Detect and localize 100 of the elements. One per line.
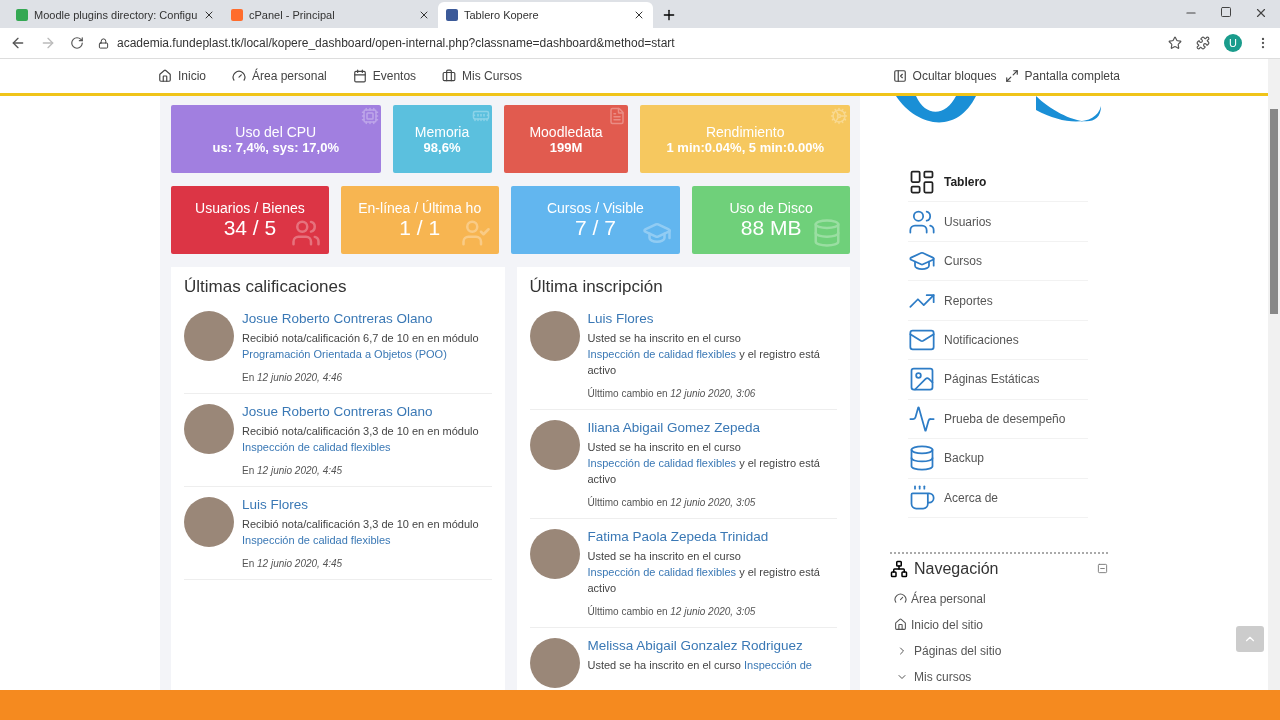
enrollment-text: Usted se ha inscrito en el curso Inspección de calidad flexibles y el registro está activo	[587, 331, 821, 378]
course-link[interactable]: Programación Orientada a Objetos (POO)	[242, 348, 447, 360]
change-date: Últtimo cambio en 12 junio 2020, 3:05	[587, 497, 757, 508]
nav-link[interactable]: Mis Cursos	[442, 69, 523, 83]
tile-value: 34 / 5	[223, 216, 277, 240]
address-field[interactable]: academia.fundeplast.tk/local/kopere_dashboard/open-internal.php?classname=dashboard&method=start	[98, 31, 1154, 55]
student-name-link[interactable]: Josue Roberto Contreras Olano	[242, 404, 492, 419]
menu-item[interactable]: Backup	[908, 439, 1088, 479]
navigation-item[interactable]: Área personal	[894, 585, 1108, 612]
avatar-placeholder	[184, 311, 234, 361]
tile-value: 199M	[549, 139, 583, 155]
menu-item[interactable]: Cursos	[908, 241, 1088, 282]
student-name-link[interactable]: Fatima Paola Zepeda Trinidad	[587, 529, 837, 544]
menu-item[interactable]: Prueba de desempeño	[908, 399, 1088, 440]
dashboard-icon	[894, 592, 907, 606]
grade-text: Recibió nota/calificación 3,3 de 10 en en módulo Inspección de calidad flexibles	[242, 424, 480, 455]
lock-icon	[98, 37, 109, 49]
nav-link[interactable]: Ocultar bloques	[892, 69, 997, 83]
grade-text: Recibió nota/calificación 3,3 de 10 en en módulo Inspección de calidad flexibles	[242, 517, 480, 548]
home-icon	[894, 618, 907, 632]
close-icon[interactable]	[1254, 6, 1268, 20]
course-link[interactable]: Inspección de calidad flexibles	[242, 534, 391, 546]
student-name-link[interactable]: Josue Roberto Contreras Olano	[242, 311, 492, 326]
tile-title: Cursos / Visible	[546, 200, 644, 216]
card-title: Últimas calificaciones	[184, 277, 348, 297]
menu-item[interactable]: Tablero	[908, 163, 1088, 203]
briefcase-icon	[442, 69, 457, 83]
favicon-icon	[446, 9, 458, 21]
gears-icon	[830, 107, 848, 125]
tile-title: Moodledata	[529, 123, 603, 140]
tile-value: 7 / 7	[574, 216, 616, 240]
navigation-item[interactable]: Mis cursos	[894, 663, 1108, 690]
student-name-link[interactable]: Iliana Abigail Gomez Zepeda	[587, 420, 837, 435]
grade-text: Recibió nota/calificación 6,7 de 10 en en módulo Programación Orientada a Objetos (POO)	[242, 331, 480, 362]
user-check-icon	[460, 218, 491, 248]
menu-item[interactable]: Acerca de	[908, 478, 1088, 518]
dashboard-icon	[232, 69, 246, 83]
back-icon[interactable]	[10, 35, 26, 51]
tile-value: 88 MB	[740, 216, 802, 240]
tile-value: 1 min:0.04%, 5 min:0.00%	[666, 139, 824, 155]
database-icon	[812, 218, 842, 248]
grade-date: En 12 junio 2020, 4:46	[242, 372, 344, 383]
nav-link[interactable]: Eventos	[352, 69, 417, 83]
sitemap-icon	[890, 559, 908, 578]
tile-title: Uso de Disco	[729, 200, 813, 216]
tile-title: Rendimiento	[705, 123, 785, 140]
course-link[interactable]: Inspección de calidad flexibles	[587, 566, 737, 578]
reload-icon[interactable]	[70, 36, 84, 50]
block-title: Navegación	[914, 559, 999, 578]
student-name-link[interactable]: Melissa Abigail Gonzalez Rodriguez	[587, 638, 812, 653]
grade-date: En 12 junio 2020, 4:45	[242, 558, 344, 569]
maximize-icon[interactable]	[1220, 6, 1232, 18]
tile-value: 98,6%	[423, 139, 461, 155]
extensions-icon[interactable]	[1196, 36, 1210, 50]
menu-item[interactable]: Páginas Estáticas	[908, 360, 1088, 400]
close-icon[interactable]	[203, 9, 215, 21]
browser-tab[interactable]: Tablero Kopere	[438, 2, 653, 28]
close-icon[interactable]	[633, 9, 645, 21]
calendar-icon	[352, 69, 367, 83]
student-name-link[interactable]: Luis Flores	[242, 497, 492, 512]
cpu-icon	[360, 107, 379, 125]
nav-link[interactable]: Área personal	[232, 69, 327, 83]
browser-tab[interactable]: Moodle plugins directory: Configu	[8, 2, 223, 28]
course-link[interactable]: Inspección de calidad flexibles	[587, 457, 737, 469]
favicon-icon	[231, 9, 243, 21]
tile-title: Usuarios / Bienes	[195, 200, 305, 216]
change-date: Últtimo cambio en 12 junio 2020, 3:06	[587, 388, 757, 399]
avatar-placeholder	[529, 420, 580, 470]
tile-title: Uso del CPU	[235, 123, 317, 140]
enrollment-text: Usted se ha inscrito en el curso Inspección de calidad flexibles y el registro está activo	[587, 549, 821, 596]
favicon-icon	[16, 9, 28, 21]
new-tab-icon[interactable]	[661, 7, 677, 23]
menu-item[interactable]: Reportes	[908, 281, 1088, 321]
close-icon[interactable]	[418, 9, 430, 21]
card-title: Última inscripción	[529, 277, 664, 297]
menu-item[interactable]: Notificaciones	[908, 320, 1088, 361]
expand-icon	[1004, 69, 1019, 83]
enrollment-text: Usted se ha inscrito en el curso Inspección de calidad flexibles y el registro está activo	[587, 440, 821, 487]
collapse-icon[interactable]	[1097, 563, 1108, 575]
avatar-placeholder	[529, 311, 580, 361]
navigation-item[interactable]: Páginas del sitio	[894, 637, 1108, 664]
menu-item[interactable]: Usuarios	[908, 202, 1088, 242]
nav-link[interactable]: Inicio	[158, 69, 206, 83]
course-link[interactable]: Inspección de calidad flexibles	[587, 348, 737, 360]
tile-value: us: 7,4%, sys: 17,0%	[212, 139, 339, 155]
course-link[interactable]: Inspección de calidad flexibles	[242, 441, 391, 453]
browser-tab[interactable]: cPanel - Principal	[223, 2, 438, 28]
users-icon	[290, 218, 321, 248]
scrollbar[interactable]	[1268, 59, 1280, 690]
nav-link[interactable]: Pantalla completa	[1004, 69, 1120, 83]
avatar-placeholder	[184, 497, 234, 547]
tile-title: En-línea / Última ho	[358, 200, 482, 216]
database-icon	[908, 444, 936, 473]
student-name-link[interactable]: Luis Flores	[587, 311, 837, 326]
star-icon[interactable]	[1168, 36, 1182, 50]
navigation-item[interactable]: Inicio del sitio	[894, 611, 1108, 638]
change-date: Últtimo cambio en 12 junio 2020, 3:05	[587, 606, 757, 617]
course-link[interactable]: Inspección de	[744, 659, 812, 671]
avatar-placeholder	[184, 404, 234, 454]
tile-title: Memoria	[414, 123, 470, 140]
